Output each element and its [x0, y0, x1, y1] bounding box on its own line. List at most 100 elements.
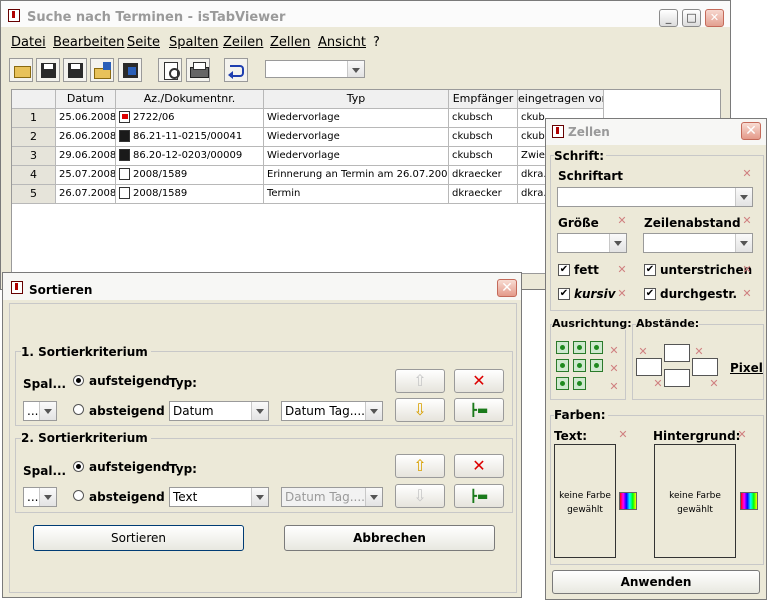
criterion-2-asc-radio[interactable] [73, 461, 84, 472]
chevron-down-icon[interactable] [609, 234, 626, 252]
save-icon[interactable] [36, 58, 60, 82]
table-cell-datum[interactable]: 25.07.2008 [56, 166, 116, 185]
align-middle-left-icon[interactable] [556, 359, 569, 372]
menu-zeilen[interactable]: Zeilen [223, 35, 263, 50]
underline-checkbox[interactable]: ✔ [644, 264, 656, 276]
chevron-down-icon[interactable] [365, 402, 382, 420]
text-color-preview[interactable]: keine Farbe gewählt [554, 444, 616, 558]
text-color-picker-icon[interactable] [619, 492, 637, 510]
spacing-bottom-input[interactable] [664, 369, 690, 387]
clear-icon[interactable]: ✕ [638, 346, 648, 357]
return-icon[interactable] [224, 58, 248, 82]
clear-icon[interactable]: ✕ [617, 288, 627, 299]
maximize-button[interactable]: □ [682, 9, 701, 27]
table-cell-az[interactable]: 2008/1589 [116, 185, 264, 204]
chevron-down-icon[interactable] [251, 402, 268, 420]
bold-checkbox[interactable]: ✔ [558, 264, 570, 276]
cells-titlebar[interactable]: Zellen ✕ [546, 119, 766, 145]
cancel-button[interactable]: Abbrechen [284, 525, 495, 551]
menu-ansicht[interactable]: Ansicht [318, 35, 366, 50]
table-cell-typ[interactable]: Wiedervorlage [264, 109, 449, 128]
strikethrough-label[interactable]: durchgestr. [660, 287, 737, 301]
delete-criterion-button[interactable]: ✕ [454, 369, 504, 393]
open-edit-icon[interactable] [90, 58, 114, 82]
italic-label[interactable]: kursiv [574, 287, 616, 301]
move-down-button[interactable]: ⇩ [395, 398, 445, 422]
italic-checkbox[interactable]: ✔ [558, 288, 570, 300]
underline-label[interactable]: unterstrichen [660, 263, 752, 277]
add-criterion-button[interactable]: ┣▬ [454, 398, 504, 422]
row-header[interactable]: 5 [12, 185, 56, 204]
background-color-picker-icon[interactable] [740, 492, 758, 510]
table-cell-empfaenger[interactable]: dkraecker [449, 166, 518, 185]
clear-icon[interactable]: ✕ [653, 378, 663, 389]
table-cell-typ[interactable]: Termin [264, 185, 449, 204]
align-bottom-center-icon[interactable] [573, 377, 586, 390]
background-color-preview[interactable]: keine Farbe gewählt [654, 444, 736, 558]
table-cell-az[interactable]: 86.20-12-0203/00009 [116, 147, 264, 166]
table-cell-az[interactable]: 86.21-11-0215/00041 [116, 128, 264, 147]
criterion-1-desc-label[interactable]: absteigend [89, 404, 165, 418]
strikethrough-checkbox[interactable]: ✔ [644, 288, 656, 300]
table-cell-datum[interactable]: 25.06.2008 [56, 109, 116, 128]
row-header[interactable]: 1 [12, 109, 56, 128]
clear-icon[interactable]: ✕ [609, 345, 619, 356]
font-family-select[interactable] [557, 187, 753, 207]
open-folder-icon[interactable] [9, 58, 33, 82]
table-cell-typ[interactable]: Wiedervorlage [264, 128, 449, 147]
chevron-down-icon[interactable] [735, 234, 752, 252]
table-cell-az[interactable]: 2722/06 [116, 109, 264, 128]
align-top-left-icon[interactable] [556, 341, 569, 354]
table-cell-empfaenger[interactable]: ckubsch [449, 109, 518, 128]
criterion-1-asc-label[interactable]: aufsteigend [89, 374, 170, 388]
align-top-center-icon[interactable] [573, 341, 586, 354]
table-cell-empfaenger[interactable]: dkraecker [449, 185, 518, 204]
menu-datei[interactable]: Datei [11, 35, 46, 50]
menu-seite[interactable]: Seite [127, 35, 160, 50]
chevron-down-icon[interactable] [39, 488, 56, 506]
close-button[interactable]: ✕ [741, 122, 761, 140]
save-blue-icon[interactable] [118, 58, 142, 82]
clear-icon[interactable]: ✕ [609, 363, 619, 374]
column-header-az[interactable]: Az./Dokumentnr. [116, 90, 264, 109]
clear-icon[interactable]: ✕ [737, 429, 747, 440]
criterion-2-column-select[interactable]: ... [23, 487, 57, 507]
column-header-empfaenger[interactable]: Empfänger [449, 90, 518, 109]
align-middle-right-icon[interactable] [590, 359, 603, 372]
row-header[interactable]: 2 [12, 128, 56, 147]
clear-icon[interactable]: ✕ [709, 378, 719, 389]
menu-spalten[interactable]: Spalten [169, 35, 218, 50]
chevron-down-icon[interactable] [347, 61, 364, 77]
menu-bearbeiten[interactable]: Bearbeiten [53, 35, 124, 50]
bold-label[interactable]: fett [574, 263, 599, 277]
sort-button[interactable]: Sortieren [33, 525, 244, 551]
criterion-1-desc-radio[interactable] [73, 404, 84, 415]
minimize-button[interactable]: _ [659, 9, 678, 27]
clear-icon[interactable]: ✕ [742, 264, 752, 275]
table-cell-typ[interactable]: Erinnerung an Termin am 26.07.2008 [264, 166, 449, 185]
column-header-eingetragen[interactable]: eingetragen von [518, 90, 604, 109]
close-button[interactable]: ✕ [497, 279, 517, 297]
align-top-right-icon[interactable] [590, 341, 603, 354]
align-middle-center-icon[interactable] [573, 359, 586, 372]
column-header-datum[interactable]: Datum [56, 90, 116, 109]
font-size-select[interactable] [557, 233, 627, 253]
move-up-button[interactable]: ⇧ [395, 454, 445, 478]
clear-icon[interactable]: ✕ [617, 264, 627, 275]
clear-icon[interactable]: ✕ [618, 429, 628, 440]
criterion-2-asc-label[interactable]: aufsteigend [89, 460, 170, 474]
spacing-top-input[interactable] [664, 344, 690, 362]
clear-icon[interactable]: ✕ [609, 381, 619, 392]
row-header[interactable]: 4 [12, 166, 56, 185]
delete-criterion-button[interactable]: ✕ [454, 454, 504, 478]
table-cell-datum[interactable]: 29.06.2008 [56, 147, 116, 166]
clear-icon[interactable]: ✕ [617, 215, 627, 226]
menu-help[interactable]: ? [373, 35, 380, 50]
spacing-right-input[interactable] [692, 358, 718, 376]
main-titlebar[interactable]: Suche nach Terminen - isTabViewer _ □ ✕ [1, 1, 730, 27]
column-header-typ[interactable]: Typ [264, 90, 449, 109]
menu-zellen[interactable]: Zellen [270, 35, 310, 50]
clear-icon[interactable]: ✕ [694, 346, 704, 357]
table-cell-empfaenger[interactable]: ckubsch [449, 147, 518, 166]
clear-icon[interactable]: ✕ [742, 168, 752, 179]
